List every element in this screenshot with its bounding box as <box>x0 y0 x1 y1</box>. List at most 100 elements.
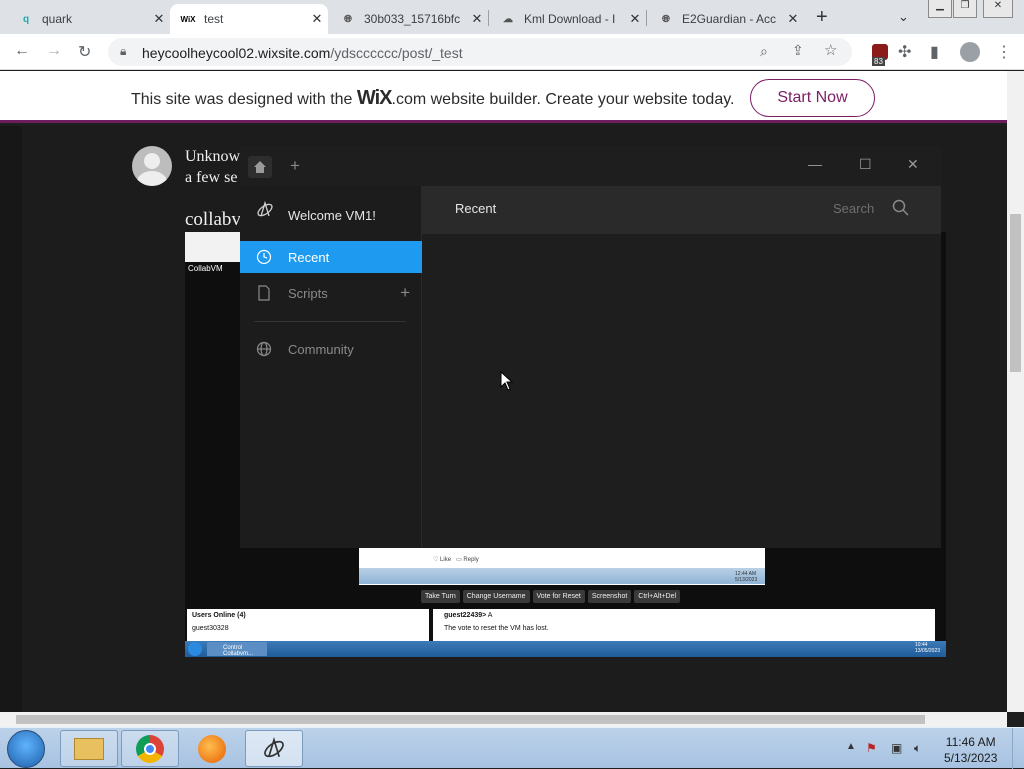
close-window-button[interactable]: ✕ <box>983 0 1013 18</box>
inner-taskbar <box>359 568 765 584</box>
clock-date: 5/13/2023 <box>944 751 998 765</box>
home-icon[interactable] <box>248 156 272 178</box>
menu-kebab-icon[interactable]: ⋮ <box>996 42 1012 62</box>
post-author[interactable]: Unknow <box>185 148 240 166</box>
mini-browser-bar <box>185 232 241 262</box>
maximize-window-button[interactable]: ❐ <box>953 0 977 18</box>
url-host: heycoolheycool02.wixsite.com <box>142 45 331 61</box>
system-clock[interactable]: 11:46 AM 5/13/2023 <box>944 734 997 766</box>
inner-reply: Reply <box>463 557 479 563</box>
profile-avatar[interactable] <box>960 42 980 62</box>
close-tab-icon[interactable]: ✕ <box>148 11 170 27</box>
ctrl-alt-del-button: Ctrl+Alt+Del <box>634 590 681 603</box>
vertical-scrollbar[interactable] <box>1007 71 1024 712</box>
search-input[interactable]: Search <box>833 201 874 216</box>
nav-label: Recent <box>288 249 330 265</box>
tab-30b033[interactable]: 🌐︎ 30b033_15716bfc ✕ <box>330 4 488 34</box>
banner-text-start: This site was designed with the <box>131 91 357 108</box>
nav-item-scripts[interactable]: Scripts + <box>240 277 422 309</box>
clock-time: 11:46 AM <box>945 735 996 749</box>
quark-close-icon[interactable]: ✕ <box>907 156 919 173</box>
bookmark-star-icon[interactable]: ☆ <box>824 41 837 59</box>
firefox-icon[interactable] <box>183 730 241 767</box>
collabvm-button-row: Take Turn Change Username Vote for Reset… <box>421 590 681 603</box>
close-tab-icon[interactable]: ✕ <box>782 11 804 27</box>
start-button[interactable] <box>7 730 45 768</box>
new-tab-button[interactable]: + <box>816 6 828 29</box>
kml-favicon: ☁ <box>503 13 513 25</box>
screenshot-button: Screenshot <box>587 590 632 603</box>
show-desktop-button[interactable] <box>1012 728 1024 769</box>
reload-icon[interactable]: ↻ <box>78 42 91 62</box>
chat-message: The vote to reset the VM has lost. <box>444 625 549 632</box>
tab-title: 30b033_15716bfc <box>364 12 461 26</box>
screenshot-task-item: Control Collabvm... <box>207 642 267 657</box>
tab-search-chevron-icon[interactable]: ⌄ <box>898 9 909 25</box>
welcome-text: Welcome VM1! <box>288 208 376 223</box>
file-explorer-icon[interactable] <box>60 730 118 767</box>
forward-arrow-icon[interactable]: → <box>46 42 62 60</box>
clock-icon <box>240 249 288 265</box>
close-tab-icon[interactable]: ✕ <box>466 11 488 27</box>
close-tab-icon[interactable]: ✕ <box>624 11 646 27</box>
chat-panel: guest22439> A The vote to reset the VM h… <box>433 609 935 641</box>
extensions-puzzle-icon[interactable]: ✣ <box>898 42 911 62</box>
quark-maximize-icon[interactable]: ☐ <box>859 156 872 173</box>
nav-label: Community <box>288 341 354 357</box>
change-username-button: Change Username <box>462 590 530 603</box>
collabvm-label: CollabVM <box>188 264 223 273</box>
windows-taskbar: ▲ ⚑ ▣ 🔈︎ 11:46 AM 5/13/2023 <box>0 727 1024 769</box>
search-icon[interactable] <box>892 199 910 217</box>
quark-logo-icon <box>257 200 273 217</box>
minimize-window-button[interactable]: ▁ <box>928 0 952 18</box>
volume-icon[interactable]: 🔈︎ <box>914 741 921 756</box>
section-title: Recent <box>455 201 497 216</box>
url-path: /ydscccccc/post/_test <box>330 45 463 61</box>
quark-titlebar: + — ☐ ✕ <box>240 146 941 186</box>
start-now-button[interactable]: Start Now <box>750 79 875 117</box>
browser-tab-strip: q quark ✕ WiX test ✕ 🌐︎ 30b033_15716bfc … <box>0 0 1024 34</box>
wix-banner-text: This site was designed with the WiX.com … <box>131 87 734 110</box>
wix-logo-suffix: .com <box>391 91 427 108</box>
horizontal-scroll-thumb[interactable] <box>16 715 925 724</box>
side-panel-icon[interactable]: ▮ <box>930 42 939 62</box>
user-entry: guest30328 <box>192 625 229 632</box>
zoom-icon[interactable]: ⌕ <box>760 43 768 60</box>
tab-separator <box>488 10 489 26</box>
tab-separator <box>646 10 647 26</box>
nav-item-recent[interactable]: Recent <box>240 241 422 273</box>
network-icon[interactable]: ▣ <box>891 741 902 755</box>
tab-kml-download[interactable]: ☁ Kml Download - I ✕ <box>490 4 646 34</box>
inner-date: 5/13/2023 <box>735 577 758 583</box>
banner-text-end: website builder. Create your website tod… <box>426 91 735 108</box>
vertical-scroll-thumb[interactable] <box>1010 214 1021 372</box>
show-hidden-icons-icon[interactable]: ▲ <box>846 741 856 752</box>
close-tab-icon[interactable]: ✕ <box>306 11 328 27</box>
browser-toolbar: ← → ↻ 🔒︎ heycoolheycool02.wixsite.com/yd… <box>0 34 1024 70</box>
wix-logo: WiX <box>356 87 393 109</box>
tab-quark[interactable]: q quark ✕ <box>8 4 170 34</box>
horizontal-scrollbar[interactable] <box>0 712 1007 727</box>
lock-icon[interactable]: 🔒︎ <box>120 44 126 59</box>
recent-list-empty <box>422 234 941 548</box>
add-tab-icon[interactable]: + <box>290 156 300 176</box>
nav-label: Scripts <box>288 285 328 301</box>
back-arrow-icon[interactable]: ← <box>14 42 30 60</box>
add-script-icon[interactable]: + <box>400 283 410 303</box>
tab-e2guardian[interactable]: 🌐︎ E2Guardian - Acc ✕ <box>648 4 804 34</box>
share-icon[interactable]: ⇪ <box>792 42 804 59</box>
address-bar[interactable]: 🔒︎ heycoolheycool02.wixsite.com/ydsccccc… <box>108 38 852 66</box>
tab-title: E2Guardian - Acc <box>682 12 777 26</box>
author-avatar[interactable] <box>132 146 172 186</box>
quark-minimize-icon[interactable]: — <box>808 156 822 172</box>
action-center-icon[interactable]: ⚑ <box>866 741 877 755</box>
nav-item-community[interactable]: Community <box>240 333 422 365</box>
tab-test[interactable]: WiX test ✕ <box>170 4 328 34</box>
quark-main-header: Recent Search <box>422 186 941 234</box>
post-title: collabv <box>185 209 241 230</box>
quark-window: + — ☐ ✕ Welcome VM1! Recent Scripts + Co… <box>240 146 941 548</box>
url-text[interactable]: heycoolheycool02.wixsite.com/ydscccccc/p… <box>142 45 463 61</box>
screenshot-start-orb <box>188 642 202 656</box>
chrome-icon[interactable] <box>121 730 179 767</box>
quark-app-icon[interactable] <box>245 730 303 767</box>
